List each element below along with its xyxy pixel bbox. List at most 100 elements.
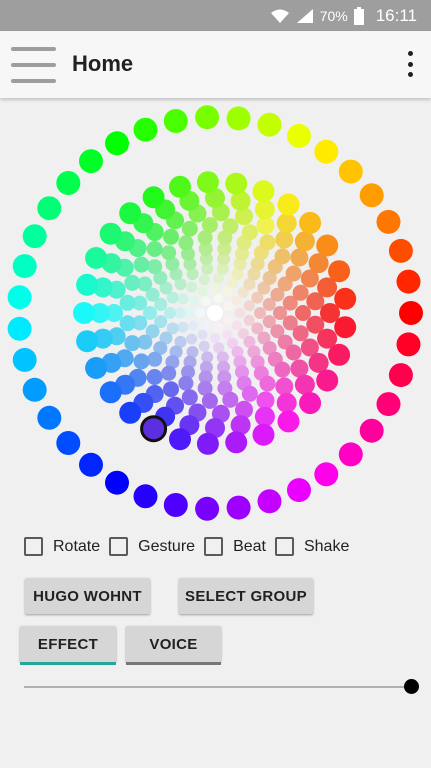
color-dot[interactable]	[388, 238, 413, 263]
color-dot[interactable]	[299, 392, 322, 415]
color-dot[interactable]	[169, 428, 191, 451]
color-dot[interactable]	[195, 308, 205, 318]
color-dot[interactable]	[37, 196, 62, 221]
beat-option[interactable]: Beat	[204, 537, 266, 556]
shake-checkbox[interactable]	[274, 537, 294, 556]
color-dot[interactable]	[163, 381, 179, 398]
color-dot[interactable]	[223, 314, 234, 325]
color-dot[interactable]	[252, 423, 275, 446]
color-dot[interactable]	[133, 117, 158, 142]
color-dot[interactable]	[388, 363, 413, 388]
color-dot[interactable]	[276, 392, 297, 413]
color-dot[interactable]	[177, 321, 189, 333]
color-dot[interactable]	[396, 269, 421, 294]
color-dot[interactable]	[178, 375, 194, 391]
color-dot[interactable]	[295, 305, 311, 321]
color-dot[interactable]	[79, 149, 103, 174]
color-dot[interactable]	[197, 329, 208, 340]
color-dot[interactable]	[12, 347, 37, 372]
color-dot[interactable]	[231, 295, 242, 306]
color-dot[interactable]	[254, 406, 275, 427]
color-dot[interactable]	[161, 245, 177, 261]
color-dot[interactable]	[334, 287, 357, 310]
color-wheel[interactable]	[0, 100, 431, 530]
gesture-option[interactable]: Gesture	[109, 537, 195, 556]
color-dot[interactable]	[119, 202, 142, 225]
color-dot[interactable]	[359, 418, 384, 443]
color-dot[interactable]	[200, 319, 211, 330]
color-dot[interactable]	[161, 365, 177, 381]
color-dot[interactable]	[178, 235, 194, 251]
color-dot[interactable]	[105, 131, 129, 156]
color-dot[interactable]	[133, 256, 150, 273]
color-dot[interactable]	[359, 183, 384, 208]
rotate-checkbox[interactable]	[24, 537, 43, 556]
color-dot[interactable]	[277, 193, 300, 216]
color-dot[interactable]	[223, 301, 234, 312]
rotate-option[interactable]: Rotate	[24, 537, 100, 556]
color-dot[interactable]	[274, 361, 291, 378]
color-dot[interactable]	[226, 106, 251, 131]
color-dot[interactable]	[213, 293, 224, 304]
color-dot[interactable]	[294, 374, 315, 395]
color-dot[interactable]	[257, 112, 282, 137]
color-dot[interactable]	[146, 369, 163, 385]
color-dot[interactable]	[259, 234, 276, 251]
color-dot[interactable]	[195, 105, 220, 130]
color-dot[interactable]	[316, 234, 339, 257]
color-dot[interactable]	[316, 369, 339, 392]
color-dot[interactable]	[200, 296, 211, 307]
color-dot[interactable]	[396, 332, 421, 357]
color-dot[interactable]	[169, 175, 191, 198]
color-dot[interactable]	[85, 357, 108, 379]
color-dot[interactable]	[207, 305, 223, 321]
color-dot[interactable]	[257, 489, 282, 514]
color-dot[interactable]	[119, 315, 136, 332]
color-dot[interactable]	[56, 431, 81, 455]
color-dot[interactable]	[376, 209, 401, 234]
color-dot[interactable]	[275, 230, 294, 249]
color-dot[interactable]	[222, 391, 239, 408]
color-dot[interactable]	[163, 109, 188, 133]
color-dot[interactable]	[252, 180, 275, 203]
color-dot[interactable]	[186, 281, 198, 293]
color-dot[interactable]	[163, 493, 188, 517]
color-dot[interactable]	[188, 320, 199, 331]
color-dot[interactable]	[85, 247, 108, 269]
color-dot[interactable]	[243, 300, 255, 312]
color-dot[interactable]	[186, 333, 198, 345]
color-dot[interactable]	[328, 260, 351, 283]
color-dot[interactable]	[222, 218, 239, 235]
color-dot[interactable]	[105, 470, 129, 495]
color-dot[interactable]	[196, 171, 219, 194]
color-dot[interactable]	[181, 220, 198, 237]
color-dot[interactable]	[56, 171, 81, 195]
color-dot[interactable]	[376, 392, 401, 417]
color-dot[interactable]	[231, 320, 242, 331]
brightness-slider[interactable]	[24, 679, 419, 695]
color-dot[interactable]	[399, 301, 423, 325]
color-dot[interactable]	[285, 344, 302, 361]
color-dot[interactable]	[142, 186, 165, 209]
color-dot[interactable]	[201, 217, 218, 234]
selected-color-dot[interactable]	[140, 415, 168, 443]
color-dot[interactable]	[292, 284, 309, 301]
color-dot[interactable]	[314, 462, 339, 487]
color-dot[interactable]	[274, 248, 291, 265]
color-dot[interactable]	[188, 295, 199, 306]
color-dot[interactable]	[338, 159, 363, 184]
color-dot[interactable]	[119, 401, 142, 424]
color-dot[interactable]	[287, 123, 311, 148]
select-group-button[interactable]: SELECT GROUP	[179, 578, 313, 614]
color-dot[interactable]	[79, 452, 103, 477]
color-dot[interactable]	[7, 285, 32, 310]
color-dot[interactable]	[259, 375, 276, 392]
color-dot[interactable]	[287, 478, 311, 503]
color-dot[interactable]	[147, 351, 163, 367]
color-dot[interactable]	[241, 224, 258, 241]
color-dot[interactable]	[201, 392, 218, 409]
color-dot[interactable]	[276, 213, 297, 234]
color-dot[interactable]	[241, 385, 258, 402]
color-dot[interactable]	[196, 432, 219, 455]
color-dot[interactable]	[76, 330, 99, 353]
